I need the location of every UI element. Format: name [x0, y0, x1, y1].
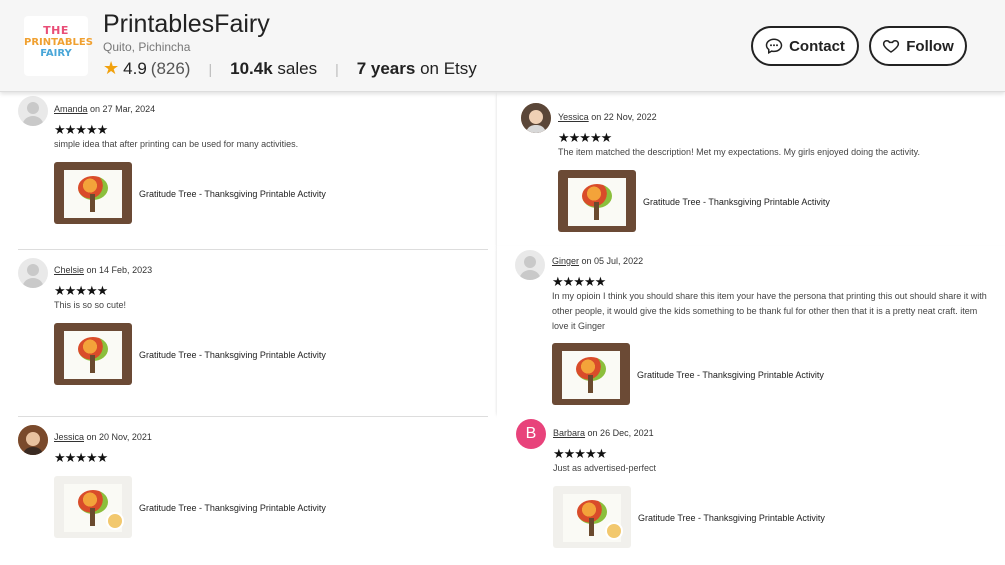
user-icon	[22, 264, 44, 288]
shop-logo[interactable]: THE PRINTABLES FAIRY	[24, 16, 93, 76]
reviewer-name[interactable]: Jessica	[54, 432, 84, 442]
product-thumbnail[interactable]	[553, 486, 631, 548]
reviewer-avatar[interactable]	[18, 258, 48, 288]
tree-trunk	[594, 202, 599, 220]
tree-trunk	[90, 355, 95, 373]
review-stars: ★★★★★	[54, 283, 108, 298]
review-meta: Chelsie on 14 Feb, 2023	[54, 265, 152, 275]
chat-icon	[765, 38, 783, 55]
product-thumbnail[interactable]	[54, 162, 132, 224]
product-title[interactable]: Gratitude Tree - Thanksgiving Printable …	[643, 197, 830, 207]
review-date: on 05 Jul, 2022	[581, 256, 644, 266]
reviewer-name[interactable]: Ginger	[552, 256, 579, 266]
user-icon	[22, 102, 44, 126]
follow-button[interactable]: Follow	[869, 26, 967, 66]
star-icon: ★	[103, 58, 120, 78]
reviewer-avatar[interactable]	[18, 96, 48, 126]
reviewer-name[interactable]: Barbara	[553, 428, 585, 438]
logo-line-3: FAIRY	[40, 48, 72, 59]
shop-review-count[interactable]: (826)	[151, 59, 191, 79]
review-date: on 26 Dec, 2021	[587, 428, 654, 438]
coffee-cup-decoration	[106, 512, 124, 530]
product-title[interactable]: Gratitude Tree - Thanksgiving Printable …	[139, 350, 326, 360]
product-title[interactable]: Gratitude Tree - Thanksgiving Printable …	[139, 503, 326, 513]
review-stars: ★★★★★	[552, 274, 606, 289]
review-stars: ★★★★★	[558, 130, 612, 145]
years-value: 7 years	[356, 58, 416, 78]
coffee-cup-decoration	[605, 522, 623, 540]
shop-stats: ★ 4.9 (826) | 10.4k sales | 7 years on E…	[103, 58, 477, 79]
review-text: In my opioin I think you should share th…	[552, 291, 987, 331]
review-text: Just as advertised-perfect	[553, 463, 657, 473]
reviewer-avatar[interactable]	[521, 103, 551, 133]
review-text: This is so so cute!	[54, 300, 127, 310]
product-thumbnail[interactable]	[54, 476, 132, 538]
reviewer-name[interactable]: Yessica	[558, 112, 589, 122]
review-text: simple idea that after printing can be u…	[54, 139, 299, 149]
shop-header: THE PRINTABLES FAIRY PrintablesFairy Qui…	[0, 0, 1005, 92]
contact-label: Contact	[789, 37, 845, 55]
review-meta: Amanda on 27 Mar, 2024	[54, 104, 155, 114]
logo-line-2: PRINTABLES	[24, 37, 93, 48]
heart-icon	[883, 39, 900, 53]
tree-trunk	[90, 508, 95, 526]
reviewer-avatar[interactable]: B	[516, 419, 546, 449]
user-photo-icon	[18, 425, 48, 455]
review-stars: ★★★★★	[553, 446, 607, 461]
review-stars: ★★★★★	[54, 122, 108, 137]
review-date: on 14 Feb, 2023	[86, 265, 153, 275]
review-meta: Jessica on 20 Nov, 2021	[54, 432, 152, 442]
years-label: on Etsy	[420, 58, 477, 78]
product-title[interactable]: Gratitude Tree - Thanksgiving Printable …	[139, 189, 326, 199]
contact-button[interactable]: Contact	[751, 26, 859, 66]
product-thumbnail[interactable]	[552, 343, 630, 405]
review-stars: ★★★★★	[54, 450, 108, 465]
reviewer-name[interactable]: Chelsie	[54, 265, 84, 275]
user-photo-icon	[521, 103, 551, 133]
review-divider	[18, 416, 488, 417]
review-divider	[18, 249, 488, 250]
tree-trunk	[90, 194, 95, 212]
review-meta: Barbara on 26 Dec, 2021	[553, 428, 654, 438]
tree-trunk	[588, 375, 593, 393]
product-thumbnail[interactable]	[54, 323, 132, 385]
product-title[interactable]: Gratitude Tree - Thanksgiving Printable …	[638, 513, 825, 523]
sales-label: sales	[277, 58, 318, 78]
shop-location: Quito, Pichincha	[103, 40, 191, 54]
shop-rating: 4.9	[123, 58, 147, 78]
follow-label: Follow	[906, 37, 954, 55]
review-date: on 20 Nov, 2021	[86, 432, 152, 442]
tree-trunk	[589, 518, 594, 536]
review-text: The item matched the description! Met my…	[558, 147, 920, 157]
product-title[interactable]: Gratitude Tree - Thanksgiving Printable …	[637, 370, 824, 380]
review-meta: Yessica on 22 Nov, 2022	[558, 112, 657, 122]
reviewer-avatar[interactable]	[18, 425, 48, 455]
sales-value: 10.4k	[230, 58, 273, 78]
stat-divider: |	[208, 60, 213, 77]
logo-line-1: THE	[43, 24, 69, 37]
review-date: on 22 Nov, 2022	[591, 112, 657, 122]
stat-divider: |	[335, 60, 339, 77]
reviewer-name[interactable]: Amanda	[54, 104, 88, 114]
review-meta: Ginger on 05 Jul, 2022	[552, 256, 643, 266]
reviewer-avatar[interactable]	[515, 250, 545, 280]
review-date: on 27 Mar, 2024	[90, 104, 156, 114]
product-thumbnail[interactable]	[558, 170, 636, 232]
user-icon	[519, 256, 541, 280]
shop-name[interactable]: PrintablesFairy	[103, 10, 270, 39]
